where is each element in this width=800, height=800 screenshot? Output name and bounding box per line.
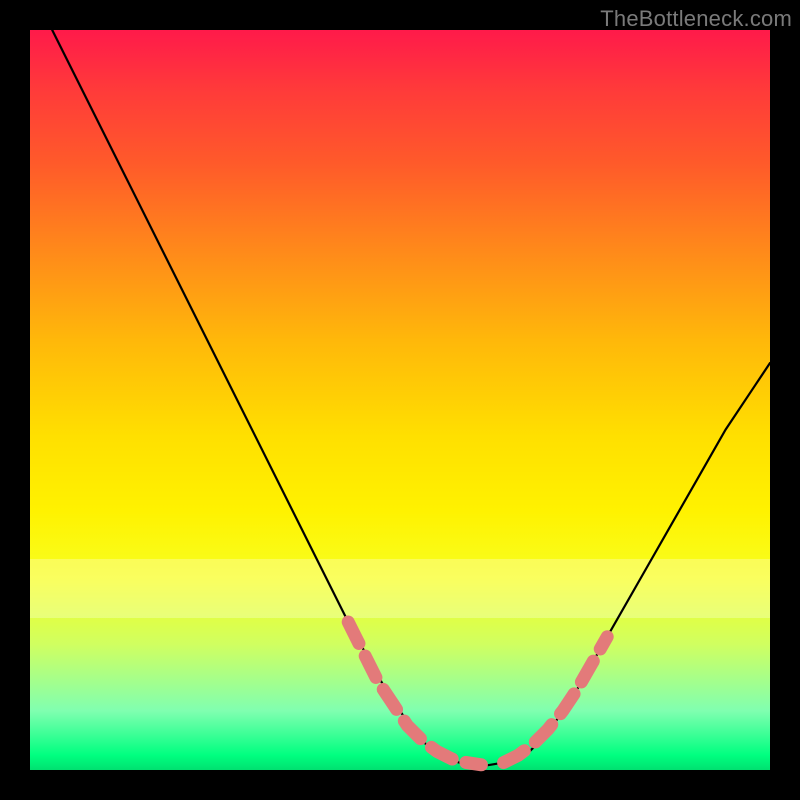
curves-svg	[30, 30, 770, 770]
bottleneck-curve	[52, 30, 770, 766]
highlight-band-left	[348, 622, 481, 765]
watermark-text: TheBottleneck.com	[600, 6, 792, 32]
plot-area	[30, 30, 770, 770]
highlight-band-right	[504, 637, 608, 763]
chart-container: TheBottleneck.com	[0, 0, 800, 800]
